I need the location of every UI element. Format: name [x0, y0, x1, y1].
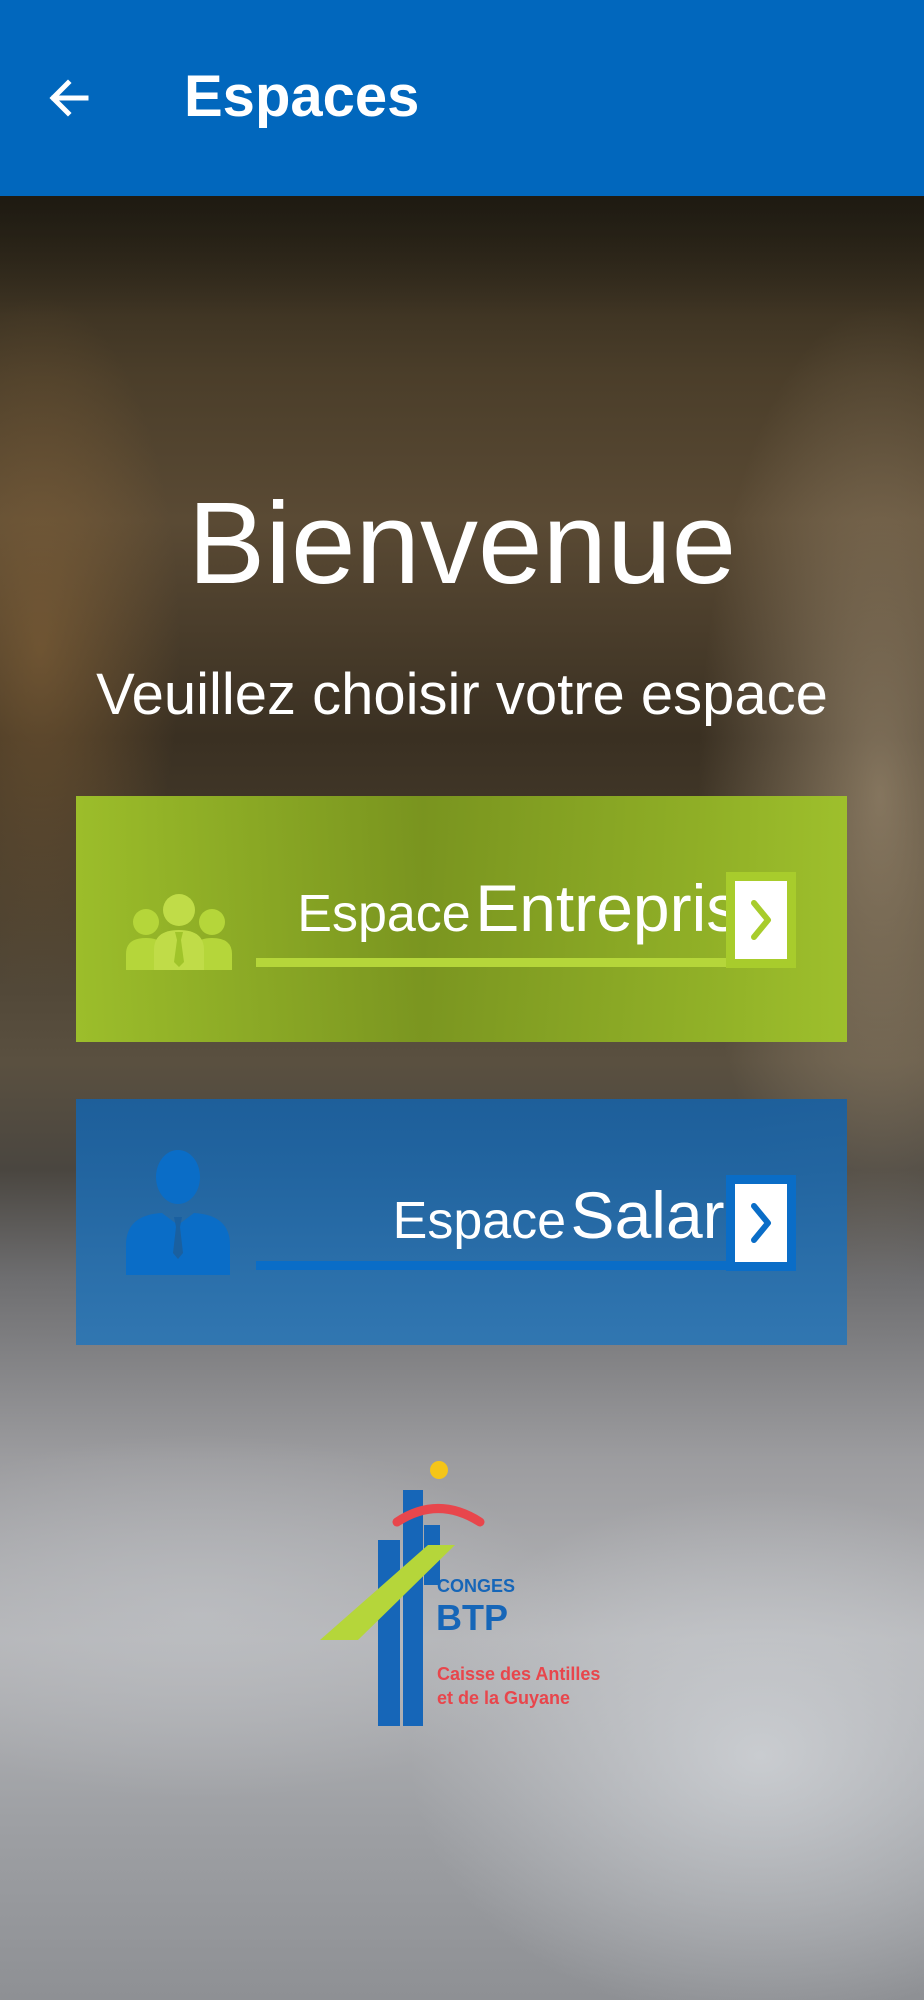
- label-prefix: Espace: [297, 885, 471, 943]
- user-icon: [126, 1150, 230, 1275]
- logo-conges-text: CONGES: [437, 1576, 515, 1596]
- choose-space-subtitle: Veuillez choisir votre espace: [96, 662, 828, 727]
- chevron-right-icon: [751, 1203, 771, 1243]
- espace-salarie-button[interactable]: Espace Salarié: [76, 1099, 847, 1345]
- page-title: Espaces: [184, 64, 420, 129]
- logo-caisse-text: Caisse des Antilles: [437, 1664, 600, 1684]
- underline: [256, 1261, 776, 1270]
- espace-entreprise-label: Espace Entreprise: [256, 870, 776, 946]
- chevron-right-icon: [751, 900, 771, 940]
- welcome-heading: Bienvenue: [187, 478, 737, 608]
- arrow-left-icon: [49, 79, 89, 117]
- group-users-icon: [126, 894, 232, 970]
- espace-salarie-label: Espace Salarié: [256, 1177, 776, 1253]
- espace-entreprise-button[interactable]: Espace Entreprise: [76, 796, 847, 1042]
- logo-guyane-text: et de la Guyane: [437, 1688, 570, 1708]
- underline: [256, 958, 776, 967]
- entreprise-chevron-button[interactable]: [726, 872, 796, 968]
- conges-btp-logo: CONGES BTP Caisse des Antilles et de la …: [320, 1461, 600, 1726]
- label-prefix: Espace: [392, 1192, 567, 1250]
- back-button[interactable]: [30, 58, 110, 138]
- logo-btp-text: BTP: [436, 1597, 508, 1638]
- app-bar: Espaces: [0, 0, 924, 196]
- salarie-chevron-button[interactable]: [726, 1175, 796, 1271]
